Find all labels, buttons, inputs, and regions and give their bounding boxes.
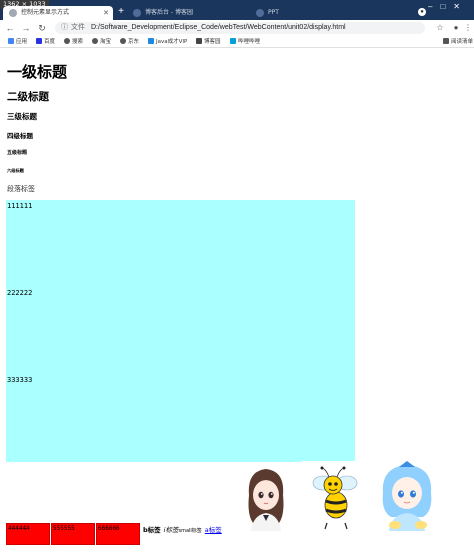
heading-6: 六级标题 bbox=[7, 168, 24, 173]
bookmark-java-vip[interactable]: Java成才VIP bbox=[148, 36, 187, 48]
tab-label: PPT bbox=[268, 9, 279, 16]
bookmark-label: 京东 bbox=[128, 39, 140, 45]
bookmark-label: 应用 bbox=[16, 39, 28, 45]
reload-icon[interactable]: ↻ bbox=[36, 22, 48, 34]
bookmark-label: 淘宝 bbox=[100, 39, 112, 45]
globe-icon bbox=[120, 38, 126, 44]
page-favicon-icon bbox=[256, 9, 264, 17]
heading-4: 四级标题 bbox=[7, 132, 33, 140]
red-block: 444444 bbox=[6, 523, 50, 545]
page-favicon-icon bbox=[9, 9, 17, 17]
address-bar[interactable]: ⓘ 文件 D:/Software_Development/Eclipse_Code/… bbox=[55, 22, 425, 34]
inline-tags-row: b标签 i标签small标签 a标签 bbox=[143, 524, 222, 534]
cyan-item: 111111 bbox=[7, 202, 33, 210]
profile-avatar-icon[interactable]: ● bbox=[450, 22, 462, 34]
heading-2: 二级标题 bbox=[7, 91, 49, 103]
b-tag-text: b标签 bbox=[143, 526, 161, 534]
page-content: 一级标题 二级标题 三级标题 四级标题 五级标题 六级标题 段落标签 11111… bbox=[0, 49, 474, 552]
paragraph: 段落标签 bbox=[7, 185, 35, 193]
bookmark-jd[interactable]: 京东 bbox=[120, 36, 139, 48]
menu-icon[interactable]: ⋮ bbox=[462, 22, 474, 34]
bookmark-label: 百度 bbox=[44, 39, 56, 45]
tab-strip: 1362 × 1033 控制元素显示方式 ✕ + 博客后台 - 博客园 PPT … bbox=[0, 0, 474, 20]
bookmark-baidu[interactable]: 百度 bbox=[36, 36, 55, 48]
tab-blog-admin[interactable]: 博客后台 - 博客园 bbox=[127, 6, 237, 20]
navigation-toolbar: ← → ↻ ⓘ 文件 D:/Software_Development/Eclipse… bbox=[0, 20, 474, 36]
tab-ppt[interactable]: PPT bbox=[250, 6, 400, 20]
heading-3: 三级标题 bbox=[7, 112, 37, 121]
window-controls[interactable]: –□✕ bbox=[428, 2, 468, 11]
back-arrow-icon[interactable]: ← bbox=[4, 22, 16, 34]
baidu-icon bbox=[36, 38, 42, 44]
bookmark-label: Java成才VIP bbox=[156, 39, 188, 45]
fairy-illustration bbox=[382, 461, 432, 531]
reading-list[interactable]: 阅读清单 bbox=[443, 36, 473, 48]
globe-icon bbox=[64, 38, 70, 44]
notification-badge-icon[interactable]: ● bbox=[418, 8, 426, 16]
heading-5: 五级标题 bbox=[7, 150, 28, 156]
girl-illustration bbox=[248, 469, 284, 531]
bilibili-icon bbox=[230, 38, 236, 44]
bookmark-cnblogs[interactable]: 博客园 bbox=[196, 36, 221, 48]
java-icon bbox=[148, 38, 154, 44]
cyan-item: 333333 bbox=[7, 376, 33, 384]
cyan-item: 222222 bbox=[7, 289, 33, 297]
browser-chrome: 1362 × 1033 控制元素显示方式 ✕ + 博客后台 - 博客园 PPT … bbox=[0, 0, 474, 48]
a-tag-link[interactable]: a标签 bbox=[205, 526, 222, 534]
url-text: D:/Software_Development/Eclipse_Code/web… bbox=[91, 24, 346, 31]
close-tab-icon[interactable]: ✕ bbox=[103, 6, 109, 20]
forward-arrow-icon[interactable]: → bbox=[20, 22, 32, 34]
new-tab-button[interactable]: + bbox=[115, 5, 127, 19]
bee-illustration bbox=[301, 461, 371, 531]
bookmark-label: 阅读清单 bbox=[451, 39, 474, 45]
bookmark-search[interactable]: 搜索 bbox=[64, 36, 83, 48]
globe-icon bbox=[92, 38, 98, 44]
file-label: 文件 bbox=[71, 24, 85, 31]
tab-label: 控制元素显示方式 bbox=[21, 9, 70, 16]
heading-1: 一级标题 bbox=[7, 63, 68, 81]
info-icon[interactable]: ⓘ bbox=[61, 24, 68, 31]
i-tag-text: i标签 bbox=[163, 526, 179, 534]
cyan-block: 111111 222222 333333 bbox=[6, 200, 355, 462]
bookmark-label: 哔哩哔哩 bbox=[238, 39, 261, 45]
small-tag-text: small标签 bbox=[178, 528, 202, 534]
red-block: 555555 bbox=[51, 523, 95, 545]
bookmark-bilibili[interactable]: 哔哩哔哩 bbox=[230, 36, 260, 48]
tab-label: 博客后台 - 博客园 bbox=[145, 9, 193, 16]
apps-grid-icon bbox=[8, 38, 14, 44]
bookmark-taobao[interactable]: 淘宝 bbox=[92, 36, 111, 48]
bookmarks-bar: 应用 百度 搜索 淘宝 京东 Java成才VIP 博客园 哔哩哔哩 阅读清单 bbox=[0, 36, 474, 48]
bookmark-star-icon[interactable]: ☆ bbox=[434, 22, 446, 34]
reading-list-icon bbox=[443, 38, 449, 44]
bookmark-label: 搜索 bbox=[72, 39, 84, 45]
cnblogs-icon bbox=[196, 38, 202, 44]
red-block: 666666 bbox=[96, 523, 140, 545]
page-favicon-icon bbox=[133, 9, 141, 17]
tab-display[interactable]: 控制元素显示方式 ✕ bbox=[3, 6, 113, 20]
bookmark-apps[interactable]: 应用 bbox=[8, 36, 27, 48]
bookmark-label: 博客园 bbox=[204, 39, 221, 45]
